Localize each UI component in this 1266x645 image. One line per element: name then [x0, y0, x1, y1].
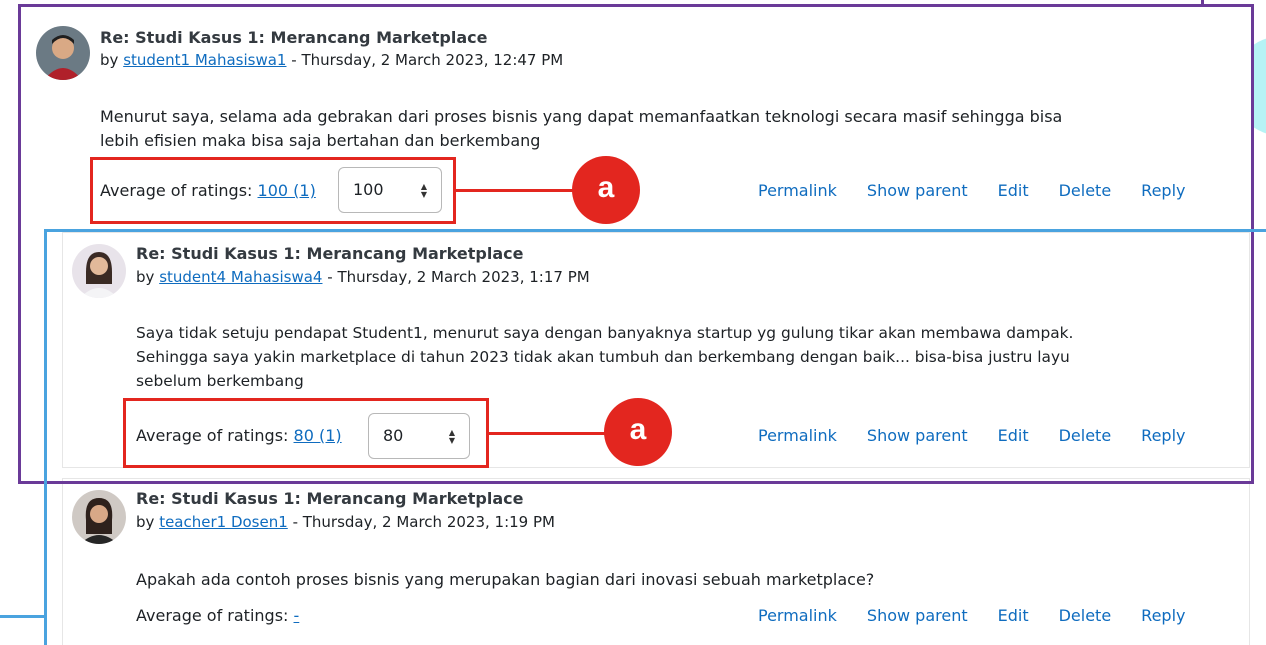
rating-highlight-box	[90, 157, 456, 224]
callout-connector	[489, 432, 607, 435]
blue-frame-tick	[0, 615, 46, 618]
callout-connector	[456, 189, 576, 192]
purple-frame-tick	[1201, 0, 1204, 6]
callout-badge: a	[572, 156, 640, 224]
callout-badge: a	[604, 398, 672, 466]
rating-highlight-box	[123, 398, 489, 468]
